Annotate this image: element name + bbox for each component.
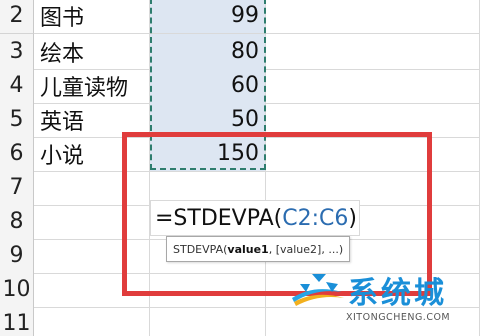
cell-d3[interactable]	[266, 34, 480, 70]
cell-c3[interactable]: 80	[150, 34, 266, 70]
row-header[interactable]: 10	[0, 272, 34, 308]
cell-a6[interactable]: 小说	[34, 136, 150, 172]
cell-c2[interactable]: 99	[150, 0, 266, 34]
active-formula-cell[interactable]: =STDEVPA(C2:C6)	[150, 200, 360, 236]
row-4: 4 儿童读物 60	[0, 68, 480, 104]
cell-a8[interactable]	[34, 204, 150, 240]
cell-d6[interactable]	[266, 136, 480, 172]
cell-c6[interactable]: 150	[150, 136, 266, 172]
cell-a10[interactable]	[34, 272, 150, 308]
cell-c4[interactable]: 60	[150, 68, 266, 104]
row-header[interactable]: 11	[0, 306, 34, 336]
watermark-logo: 系统城 XITONGCHENG.COM	[286, 266, 476, 332]
row-header[interactable]: 7	[0, 170, 34, 206]
cell-d5[interactable]	[266, 102, 480, 138]
formula-prefix: =STDEVPA(	[155, 205, 283, 231]
watermark-brand: 系统城	[348, 276, 447, 311]
cell-a4[interactable]: 儿童读物	[34, 68, 150, 104]
row-header[interactable]: 6	[0, 136, 34, 172]
row-header[interactable]: 9	[0, 238, 34, 274]
cell-a9[interactable]	[34, 238, 150, 274]
tooltip-func: STDEVPA(	[173, 242, 228, 256]
cell-a7[interactable]	[34, 170, 150, 206]
cell-a11[interactable]	[34, 306, 150, 336]
xitongcheng-logo-icon	[292, 274, 344, 306]
row-header[interactable]: 8	[0, 204, 34, 240]
spreadsheet-grid: 2 图书 99 3 绘本 80 4 儿童读物 60 5 英语 50 6 小说 1…	[0, 0, 480, 336]
tooltip-args-rest: , [value2], ...)	[268, 242, 344, 256]
cell-c5[interactable]: 50	[150, 102, 266, 138]
row-6: 6 小说 150	[0, 136, 480, 172]
tooltip-arg-current[interactable]: value1	[227, 243, 268, 256]
cell-a3[interactable]: 绘本	[34, 34, 150, 70]
row-3: 3 绘本 80	[0, 34, 480, 70]
formula-suffix: )	[348, 205, 357, 231]
row-5: 5 英语 50	[0, 102, 480, 138]
row-header[interactable]: 3	[0, 34, 34, 70]
function-arguments-tooltip[interactable]: STDEVPA(value1, [value2], ...)	[166, 236, 351, 262]
row-header[interactable]: 2	[0, 0, 34, 34]
formula-range-ref: C2:C6	[282, 205, 349, 231]
row-header[interactable]: 4	[0, 68, 34, 104]
cell-c11[interactable]	[150, 306, 266, 336]
cell-d2[interactable]	[266, 0, 480, 34]
cell-a2[interactable]: 图书	[34, 0, 150, 34]
cell-d4[interactable]	[266, 68, 480, 104]
row-2: 2 图书 99	[0, 0, 480, 34]
watermark-url: XITONGCHENG.COM	[346, 312, 451, 323]
row-header[interactable]: 5	[0, 102, 34, 138]
cell-c10[interactable]	[150, 272, 266, 308]
cell-a5[interactable]: 英语	[34, 102, 150, 138]
